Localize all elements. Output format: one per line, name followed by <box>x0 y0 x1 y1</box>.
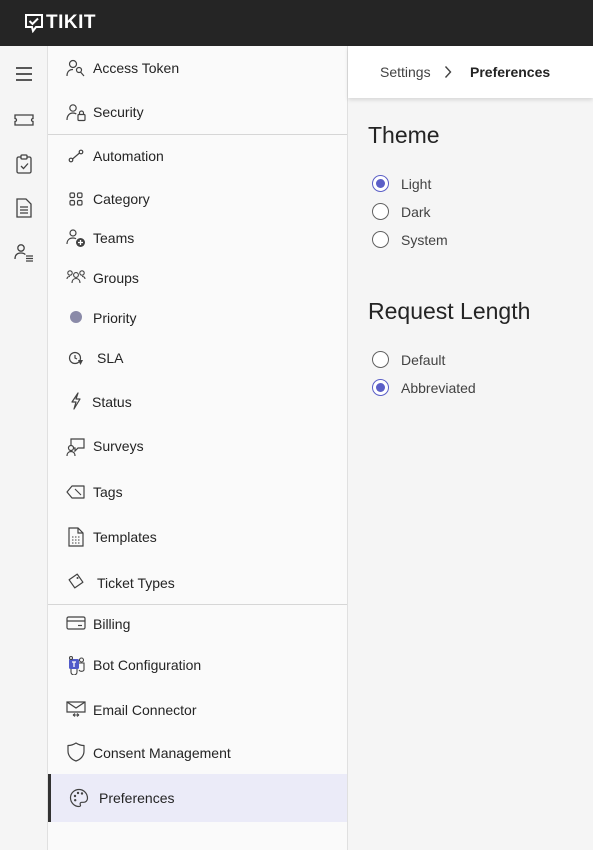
teams-bot-icon <box>66 655 86 675</box>
person-feedback-icon <box>66 437 86 457</box>
breadcrumb-current: Preferences <box>470 64 551 80</box>
theme-radio-dark[interactable]: Dark <box>372 203 431 220</box>
nav-item-automation[interactable]: Automation <box>48 135 347 177</box>
mail-arrow-icon <box>66 699 86 719</box>
nav-item-email-connector[interactable]: Email Connector <box>48 687 347 731</box>
breadcrumb: Settings Preferences <box>348 46 593 98</box>
grid-icon <box>66 189 86 209</box>
app-rail <box>0 46 48 850</box>
people-community-icon <box>66 267 86 287</box>
theme-radio-light[interactable]: Light <box>372 175 431 192</box>
nav-item-security[interactable]: Security <box>48 90 347 134</box>
radio-label: Default <box>401 351 446 368</box>
nav-item-consent-management[interactable]: Consent Management <box>48 731 347 774</box>
nav-item-preferences[interactable]: Preferences <box>48 774 347 822</box>
palette-icon <box>69 788 89 808</box>
nav-item-category[interactable]: Category <box>48 177 347 219</box>
nav-item-label: Consent Management <box>93 745 231 761</box>
nav-item-label: Category <box>93 191 150 207</box>
hamburger-menu-icon[interactable] <box>12 62 36 86</box>
main-panel: Settings Preferences Theme Light Dark Sy… <box>348 46 593 850</box>
nav-item-label: Access Token <box>93 60 180 76</box>
radio-label: Abbreviated <box>401 379 476 396</box>
radio-label: Light <box>401 175 432 192</box>
flow-icon <box>66 146 86 166</box>
chevron-right-icon <box>444 65 452 84</box>
nav-item-label: Status <box>92 394 132 410</box>
nav-item-label: Groups <box>93 270 139 286</box>
nav-item-label: Automation <box>93 148 164 164</box>
radio-circle[interactable] <box>372 351 389 368</box>
request-length-radio-default[interactable]: Default <box>372 351 445 368</box>
nav-item-tags[interactable]: Tags <box>48 469 347 515</box>
nav-item-sla[interactable]: SLA <box>48 337 347 379</box>
nav-item-label: Email Connector <box>93 702 197 718</box>
nav-item-label: Billing <box>93 616 131 632</box>
nav-item-bot-configuration[interactable]: Bot Configuration <box>48 645 347 687</box>
radio-circle[interactable] <box>372 379 389 396</box>
nav-item-label: Templates <box>93 529 157 545</box>
nav-item-label: SLA <box>97 350 124 366</box>
nav-item-teams[interactable]: Teams <box>48 219 347 257</box>
nav-item-label: Priority <box>93 310 137 326</box>
theme-section-title: Theme <box>368 122 440 148</box>
logo-check-icon <box>25 14 43 33</box>
person-key-icon <box>66 58 86 78</box>
nav-item-label: Teams <box>93 230 135 246</box>
nav-item-label: Bot Configuration <box>93 657 202 673</box>
radio-circle[interactable] <box>372 231 389 248</box>
nav-item-label: Surveys <box>93 438 144 454</box>
nav-item-status[interactable]: Status <box>48 379 347 423</box>
settings-nav: Access Token Security Automation Categor… <box>48 46 348 850</box>
people-add-icon <box>66 228 86 248</box>
top-bar: TIKIT <box>0 0 593 46</box>
request-length-section-title: Request Length <box>368 298 531 324</box>
nav-item-groups[interactable]: Groups <box>48 257 347 297</box>
nav-item-billing[interactable]: Billing <box>48 605 347 645</box>
shield-icon <box>66 742 86 762</box>
nav-item-ticket-types[interactable]: Ticket Types <box>48 559 347 604</box>
nav-item-access-token[interactable]: Access Token <box>48 46 347 90</box>
radio-label: System <box>401 231 448 248</box>
theme-radio-system[interactable]: System <box>372 231 448 248</box>
radio-circle[interactable] <box>372 175 389 192</box>
wallet-card-icon <box>66 613 86 633</box>
clipboard-task-icon[interactable] <box>12 152 36 176</box>
document-icon[interactable] <box>12 196 36 220</box>
nav-item-label: Ticket Types <box>97 575 175 591</box>
document-dashed-icon <box>66 527 86 547</box>
breadcrumb-settings-link[interactable]: Settings <box>380 64 431 80</box>
nav-item-label: Tags <box>93 484 123 500</box>
nav-item-priority[interactable]: Priority <box>48 297 347 337</box>
ticket-icon[interactable] <box>12 108 36 132</box>
circle-icon <box>66 307 86 327</box>
people-list-icon[interactable] <box>12 240 36 264</box>
nav-item-label: Security <box>93 104 144 120</box>
request-length-radio-abbreviated[interactable]: Abbreviated <box>372 379 476 396</box>
clock-alarm-icon <box>66 348 86 368</box>
radio-circle[interactable] <box>372 203 389 220</box>
diamond-tag-icon <box>66 571 86 591</box>
nav-item-label: Preferences <box>99 790 175 806</box>
nav-item-surveys[interactable]: Surveys <box>48 423 347 469</box>
people-lock-icon <box>66 102 86 122</box>
tag-icon <box>66 482 86 502</box>
radio-label: Dark <box>401 203 431 220</box>
app-name: TIKIT <box>46 12 96 33</box>
app-logo[interactable]: TIKIT <box>24 12 96 34</box>
nav-item-templates[interactable]: Templates <box>48 515 347 559</box>
flash-icon <box>66 391 86 411</box>
